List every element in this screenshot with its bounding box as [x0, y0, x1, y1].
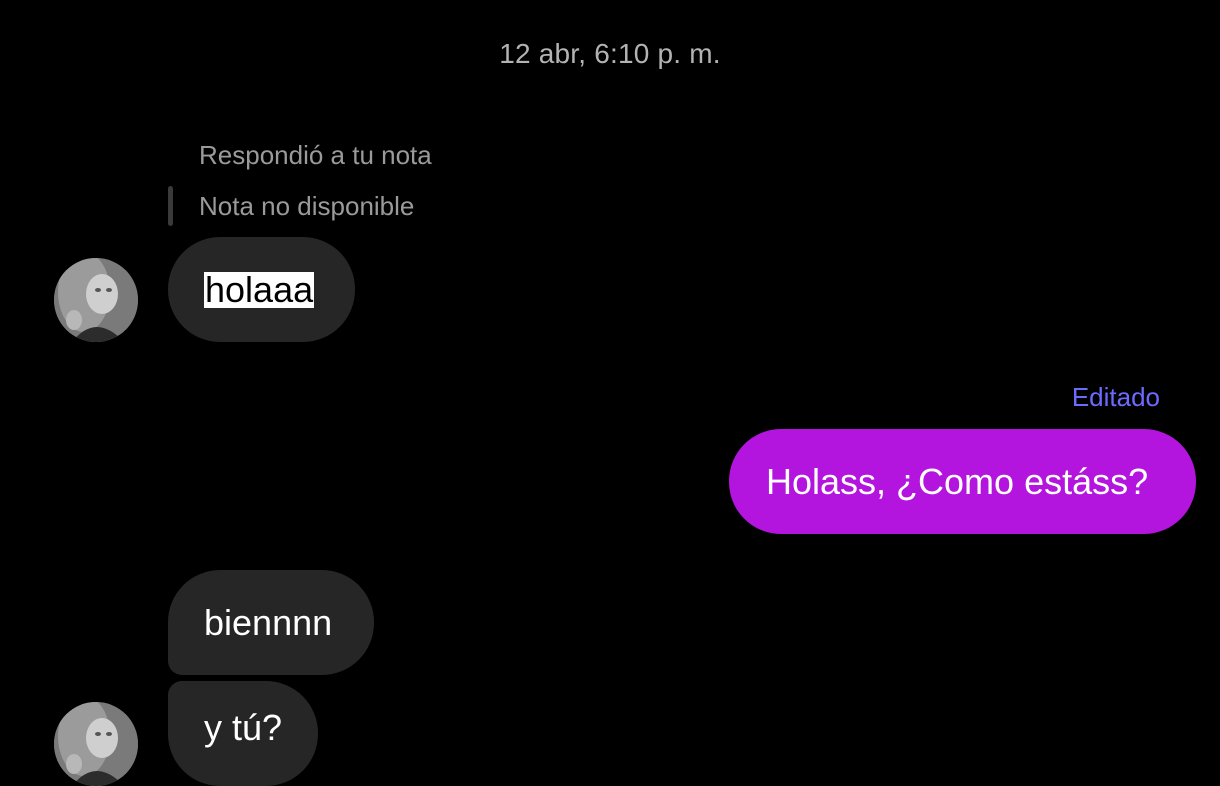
incoming-message-bubble[interactable]: holaaa [168, 237, 355, 342]
message-text: Holass, ¿Como estáss? [766, 460, 1149, 502]
avatar-photo-icon [54, 702, 138, 786]
reply-context-label: Respondió a tu nota [199, 140, 432, 170]
message-timestamp: 12 abr, 6:10 p. m. [499, 38, 721, 69]
quote-bar [168, 186, 173, 226]
message-text: holaaa [204, 268, 315, 310]
reply-to-note-context[interactable]: Respondió a tu nota Nota no disponible [168, 136, 668, 228]
message-text: y tú? [204, 706, 283, 748]
quoted-note-text: Nota no disponible [199, 191, 415, 221]
incoming-message-bubble[interactable]: y tú? [168, 681, 318, 786]
avatar-photo-icon [54, 258, 138, 342]
contact-avatar[interactable] [54, 258, 138, 342]
incoming-message-bubble[interactable]: biennnn [168, 570, 374, 675]
outgoing-message-bubble[interactable]: Holass, ¿Como estáss? [729, 429, 1196, 534]
contact-avatar[interactable] [54, 702, 138, 786]
message-text: biennnn [204, 601, 333, 643]
edited-label[interactable]: Editado [1072, 382, 1160, 413]
